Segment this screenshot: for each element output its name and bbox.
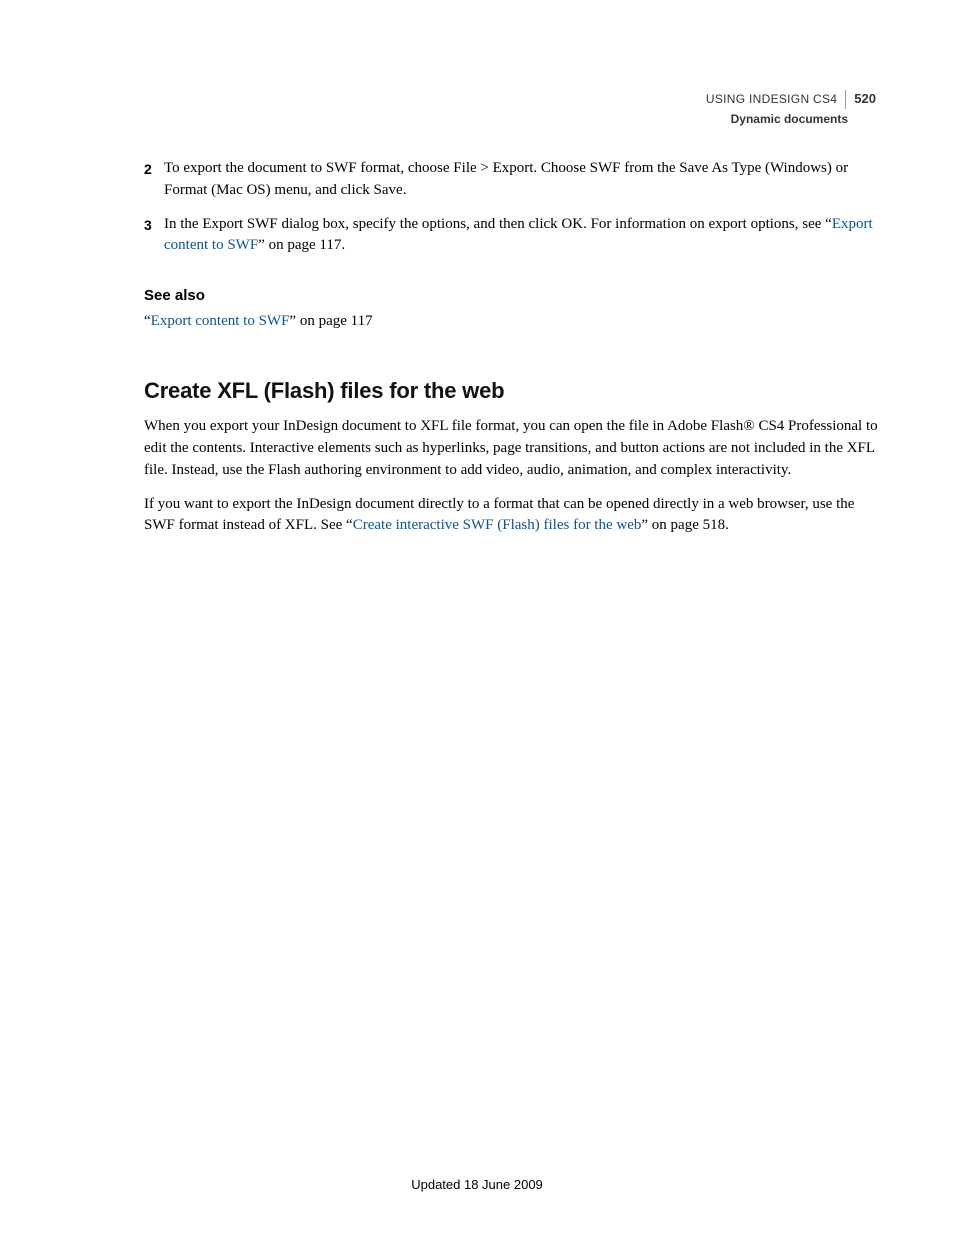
body-paragraph: When you export your InDesign document t… bbox=[144, 416, 879, 481]
step-text: In the Export SWF dialog box, specify th… bbox=[164, 214, 879, 258]
page-content: 2 To export the document to SWF format, … bbox=[144, 158, 879, 549]
step-number: 3 bbox=[144, 214, 164, 258]
page-number: 520 bbox=[845, 90, 876, 109]
step-2: 2 To export the document to SWF format, … bbox=[144, 158, 879, 202]
see-also-entry: “Export content to SWF” on page 117 bbox=[144, 311, 879, 333]
export-swf-link[interactable]: Export content to SWF bbox=[151, 313, 290, 329]
para-after: ” on page 518. bbox=[641, 517, 728, 533]
section-heading: Create XFL (Flash) files for the web bbox=[144, 375, 879, 407]
step-3: 3 In the Export SWF dialog box, specify … bbox=[144, 214, 879, 258]
step-number: 2 bbox=[144, 158, 164, 202]
step-text: To export the document to SWF format, ch… bbox=[164, 158, 879, 202]
see-also-suffix: ” on page 117 bbox=[289, 313, 372, 329]
page-header: USING INDESIGN CS4 520 Dynamic documents bbox=[706, 90, 876, 128]
book-title: USING INDESIGN CS4 bbox=[706, 91, 837, 108]
see-also-heading: See also bbox=[144, 285, 879, 307]
create-swf-link[interactable]: Create interactive SWF (Flash) files for… bbox=[353, 517, 642, 533]
chapter-name: Dynamic documents bbox=[706, 111, 876, 128]
page-footer: Updated 18 June 2009 bbox=[0, 1176, 954, 1195]
step-text-before: In the Export SWF dialog box, specify th… bbox=[164, 216, 832, 232]
step-text-after: ” on page 117. bbox=[258, 237, 345, 253]
body-paragraph: If you want to export the InDesign docum… bbox=[144, 494, 879, 538]
quote-open: “ bbox=[144, 313, 151, 329]
